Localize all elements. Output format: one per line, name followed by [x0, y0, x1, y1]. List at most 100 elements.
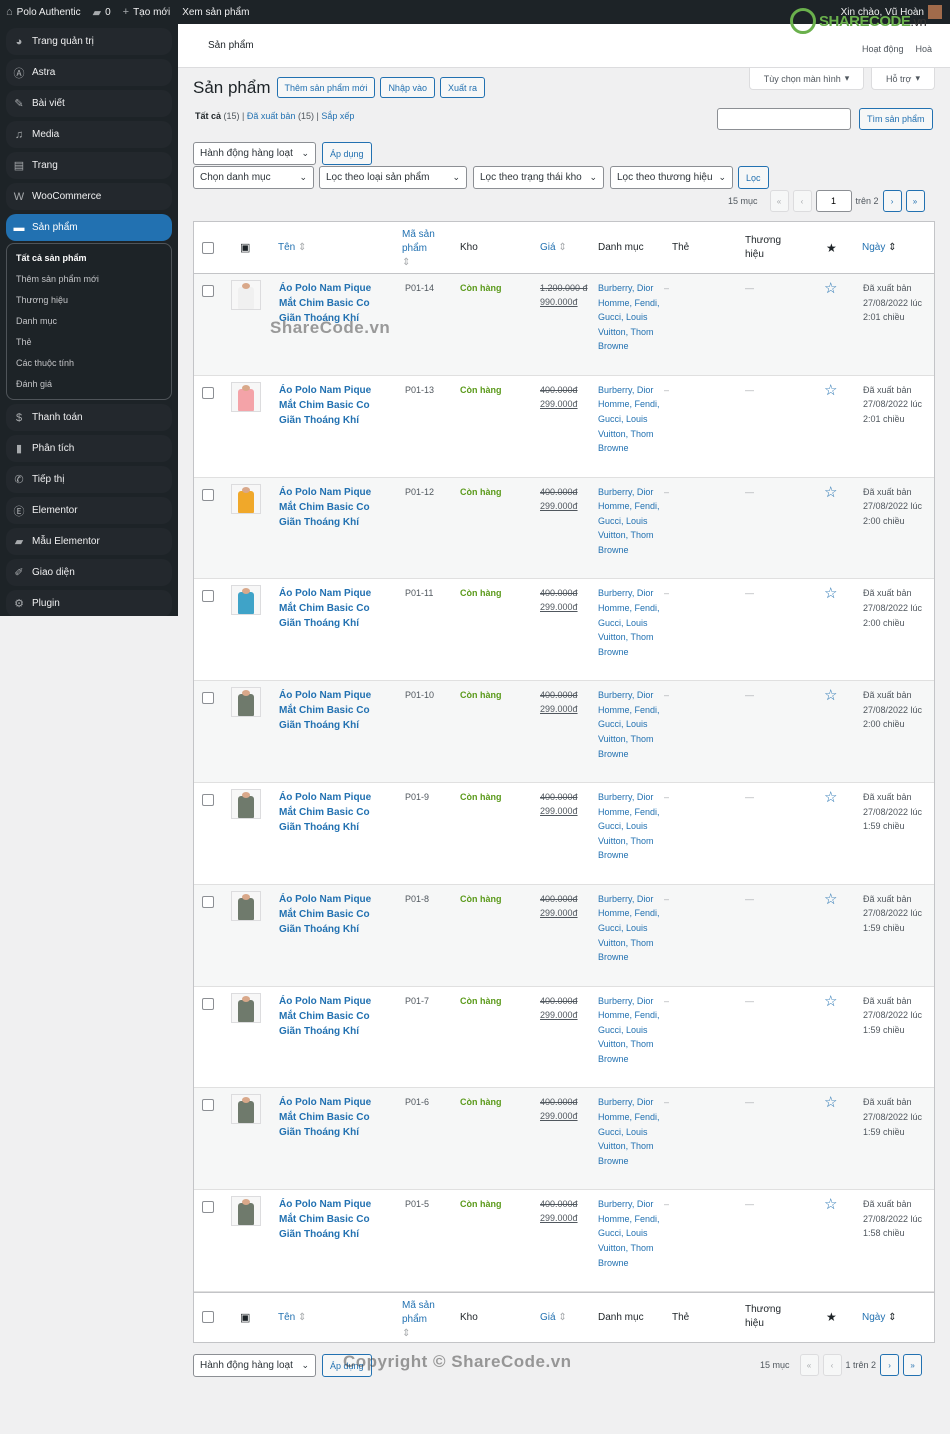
- sidebar-item-megaphone[interactable]: ✆ Tiếp thị: [6, 466, 172, 493]
- next-page-button[interactable]: ›: [882, 190, 902, 212]
- submenu-item[interactable]: Thêm sản phẩm mới: [7, 269, 171, 290]
- view-published[interactable]: Đã xuất bản: [247, 111, 296, 121]
- product-categories[interactable]: Burberry, Dior Homme, Fendi, Gucci, Loui…: [598, 485, 664, 558]
- row-checkbox[interactable]: [202, 793, 214, 806]
- view-sort[interactable]: Sắp xếp: [321, 111, 354, 121]
- sidebar-item-folder[interactable]: ▰ Mẫu Elementor: [6, 528, 172, 555]
- prev-page-button[interactable]: ‹: [822, 1354, 842, 1376]
- product-categories[interactable]: Burberry, Dior Homme, Fendi, Gucci, Loui…: [598, 1197, 664, 1270]
- column-name[interactable]: Tên ⇕: [278, 1312, 306, 1323]
- activity-link[interactable]: Hoạt động: [862, 44, 904, 54]
- bulk-action-select-bottom[interactable]: Hành động hàng loạt ⌄: [193, 1354, 316, 1377]
- product-categories[interactable]: Burberry, Dior Homme, Fendi, Gucci, Loui…: [598, 586, 664, 659]
- last-page-button[interactable]: »: [903, 1354, 923, 1376]
- screen-options-tab[interactable]: Tùy chọn màn hình ▾: [749, 68, 864, 90]
- row-checkbox[interactable]: [202, 895, 214, 908]
- filter-button[interactable]: Lọc: [738, 166, 769, 189]
- first-page-button[interactable]: «: [769, 190, 789, 212]
- sidebar-item-media[interactable]: ♫ Media: [6, 121, 172, 148]
- submenu-item[interactable]: Danh mục: [7, 311, 171, 332]
- activity-link-2[interactable]: Hoà: [916, 44, 933, 54]
- featured-star-icon[interactable]: ☆: [824, 1095, 837, 1110]
- product-categories[interactable]: Burberry, Dior Homme, Fendi, Gucci, Loui…: [598, 383, 664, 456]
- featured-star-icon[interactable]: ☆: [824, 1197, 837, 1212]
- product-thumbnail[interactable]: [231, 280, 261, 310]
- submenu-item[interactable]: Thẻ: [7, 332, 171, 353]
- product-thumbnail[interactable]: [231, 381, 261, 412]
- sidebar-item-products[interactable]: ▬ Sản phẩm: [6, 214, 172, 241]
- sidebar-item-pin[interactable]: ✎ Bài viết: [6, 90, 172, 117]
- next-page-button[interactable]: ›: [880, 1354, 900, 1376]
- product-search-input[interactable]: [717, 108, 851, 130]
- featured-star-icon[interactable]: ☆: [824, 790, 837, 805]
- sidebar-item-elementor[interactable]: Ⓔ Elementor: [6, 497, 172, 524]
- column-sku[interactable]: Mã sản phẩm ⇕: [402, 228, 435, 270]
- product-categories[interactable]: Burberry, Dior Homme, Fendi, Gucci, Loui…: [598, 688, 664, 761]
- product-name-link[interactable]: Áo Polo Nam Pique Mắt Chim Basic Co Giãn…: [279, 994, 389, 1039]
- new-content-menu[interactable]: + Tạo mới: [117, 0, 177, 24]
- row-checkbox[interactable]: [202, 285, 214, 297]
- row-checkbox[interactable]: [202, 386, 214, 399]
- featured-star-icon[interactable]: ☆: [824, 281, 837, 296]
- export-button[interactable]: Xuất ra: [439, 77, 485, 98]
- sidebar-item-payments[interactable]: $ Thanh toán: [6, 404, 172, 431]
- row-checkbox[interactable]: [202, 1099, 214, 1112]
- featured-star-icon[interactable]: ☆: [824, 383, 837, 398]
- column-sku[interactable]: Mã sản phẩm ⇕: [402, 1299, 435, 1341]
- product-categories[interactable]: Burberry, Dior Homme, Fendi, Gucci, Loui…: [598, 790, 664, 863]
- submenu-item[interactable]: Đánh giá: [7, 374, 171, 395]
- product-categories[interactable]: Burberry, Dior Homme, Fendi, Gucci, Loui…: [598, 281, 664, 354]
- select-all-checkbox[interactable]: [202, 1311, 214, 1324]
- product-thumbnail[interactable]: [231, 483, 261, 514]
- product-thumbnail[interactable]: [231, 687, 261, 718]
- view-all[interactable]: Tất cả: [195, 111, 221, 121]
- apply-button[interactable]: Áp dụng: [322, 142, 372, 165]
- product-thumbnail[interactable]: [231, 1196, 261, 1227]
- product-name-link[interactable]: Áo Polo Nam Pique Mắt Chim Basic Co Giãn…: [279, 790, 389, 835]
- submenu-item[interactable]: Thương hiệu: [7, 290, 171, 311]
- column-name[interactable]: Tên ⇕: [278, 242, 306, 253]
- sidebar-item-pages[interactable]: ▤ Trang: [6, 152, 172, 179]
- product-thumbnail[interactable]: [231, 992, 261, 1023]
- product-name-link[interactable]: Áo Polo Nam Pique Mắt Chim Basic Co Giãn…: [279, 688, 389, 733]
- import-button[interactable]: Nhập vào: [380, 77, 435, 98]
- sidebar-item-analytics[interactable]: ▮ Phân tích: [6, 435, 172, 462]
- row-checkbox[interactable]: [202, 1201, 214, 1214]
- product-categories[interactable]: Burberry, Dior Homme, Fendi, Gucci, Loui…: [598, 1095, 664, 1168]
- column-date[interactable]: Ngày ⇕: [862, 242, 897, 253]
- row-checkbox[interactable]: [202, 590, 214, 603]
- row-checkbox[interactable]: [202, 997, 214, 1010]
- add-new-button[interactable]: Thêm sản phẩm mới: [276, 77, 376, 98]
- bulk-action-select[interactable]: Hành động hàng loạt ⌄: [193, 142, 316, 165]
- product-name-link[interactable]: Áo Polo Nam Pique Mắt Chim Basic Co Giãn…: [279, 485, 389, 530]
- stock-filter-select[interactable]: Lọc theo trạng thái kho ⌄: [473, 166, 604, 189]
- product-name-link[interactable]: Áo Polo Nam Pique Mắt Chim Basic Co Giãn…: [279, 1197, 389, 1242]
- product-thumbnail[interactable]: [231, 585, 261, 616]
- column-price[interactable]: Giá ⇕: [540, 1312, 567, 1323]
- row-checkbox[interactable]: [202, 692, 214, 705]
- sidebar-item-dashboard[interactable]: ◕ Trang quản trị: [6, 28, 172, 55]
- featured-star-icon[interactable]: ☆: [824, 688, 837, 703]
- sidebar-item-woo[interactable]: W WooCommerce: [6, 183, 172, 210]
- row-checkbox[interactable]: [202, 488, 214, 501]
- view-products-link[interactable]: Xem sản phẩm: [176, 0, 255, 24]
- product-name-link[interactable]: Áo Polo Nam Pique Mắt Chim Basic Co Giãn…: [279, 1095, 389, 1140]
- submenu-item[interactable]: Các thuộc tính: [7, 353, 171, 374]
- sidebar-item-plugin[interactable]: ⚙ Plugin: [6, 590, 172, 616]
- submenu-item[interactable]: Tất cả sản phẩm: [7, 248, 171, 269]
- product-name-link[interactable]: Áo Polo Nam Pique Mắt Chim Basic Co Giãn…: [279, 383, 389, 428]
- brand-filter-select[interactable]: Lọc theo thương hiệu ⌄: [610, 166, 733, 189]
- product-thumbnail[interactable]: [231, 890, 261, 921]
- current-page-input[interactable]: [815, 190, 852, 212]
- product-categories[interactable]: Burberry, Dior Homme, Fendi, Gucci, Loui…: [598, 994, 664, 1067]
- column-price[interactable]: Giá ⇕: [540, 242, 567, 253]
- help-tab[interactable]: Hỗ trợ ▾: [871, 68, 935, 90]
- product-type-filter-select[interactable]: Lọc theo loại sản phẩm ⌄: [319, 166, 467, 189]
- product-categories[interactable]: Burberry, Dior Homme, Fendi, Gucci, Loui…: [598, 892, 664, 965]
- product-thumbnail[interactable]: [231, 1094, 261, 1125]
- featured-star-icon[interactable]: ☆: [824, 892, 837, 907]
- featured-star-icon[interactable]: ☆: [824, 485, 837, 500]
- featured-star-icon[interactable]: ☆: [824, 586, 837, 601]
- product-name-link[interactable]: Áo Polo Nam Pique Mắt Chim Basic Co Giãn…: [279, 892, 389, 937]
- sidebar-item-brush[interactable]: ✐ Giao diện: [6, 559, 172, 586]
